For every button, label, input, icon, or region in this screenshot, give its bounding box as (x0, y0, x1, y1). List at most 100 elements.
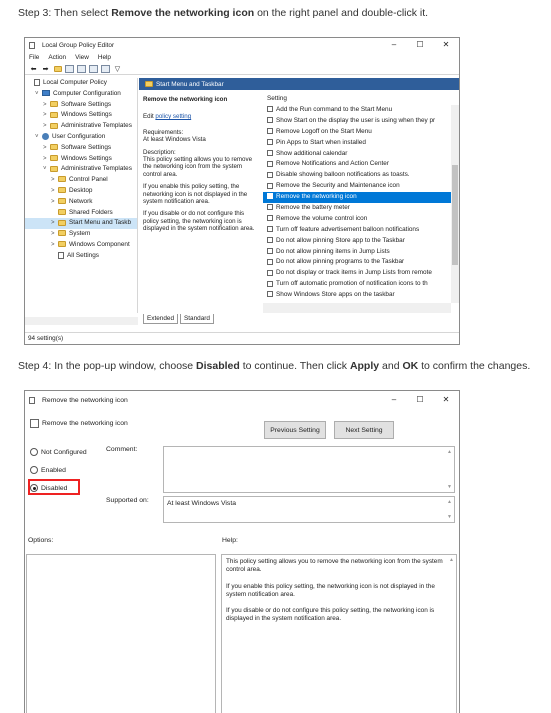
expand-arrow-icon[interactable]: ˅ (35, 89, 42, 100)
setting-row[interactable]: Remove Notifications and Action Center (263, 159, 459, 170)
menu-action[interactable]: Action (48, 54, 66, 61)
expand-arrow-icon[interactable]: ˅ (35, 132, 42, 143)
tree-node[interactable]: > Software Settings (25, 100, 137, 111)
expand-arrow-icon[interactable]: > (43, 143, 50, 154)
tree-node[interactable]: > Software Settings (25, 143, 137, 154)
setting-row[interactable]: Remove the networking icon (263, 192, 459, 204)
setting-row[interactable]: Do not allow pinning programs to the Tas… (263, 257, 459, 268)
tree-node[interactable]: All Settings (25, 251, 137, 262)
setting-label: Pin Apps to Start when installed (276, 138, 366, 146)
setting-row[interactable]: Do not display or track items in Jump Li… (263, 268, 459, 279)
tree-node[interactable]: > Network (25, 197, 137, 208)
gpe-titlebar[interactable]: Local Group Policy Editor – ☐ ✕ (25, 38, 459, 52)
radio-not-configured[interactable]: Not Configured (30, 448, 87, 456)
setting-row[interactable]: Remove Logoff on the Start Menu (263, 127, 459, 138)
properties-icon[interactable] (101, 64, 110, 73)
tree-node[interactable]: ˅ User Configuration (25, 132, 137, 143)
help-icon[interactable] (89, 64, 98, 73)
tab-standard[interactable]: Standard (180, 313, 214, 324)
setting-row[interactable]: Remove the volume control icon (263, 214, 459, 225)
setting-row[interactable]: Remove the Security and Maintenance icon (263, 181, 459, 192)
expand-arrow-icon[interactable]: > (51, 197, 58, 208)
expand-arrow-icon[interactable]: > (43, 121, 50, 132)
tree-node[interactable]: > Desktop (25, 186, 137, 197)
tree-node-label: Network (69, 197, 93, 205)
maximize-button[interactable]: ☐ (407, 38, 433, 52)
radio-not-configured-circle[interactable] (30, 448, 38, 456)
dlg-close-button[interactable]: ✕ (433, 391, 459, 409)
expand-arrow-icon[interactable]: > (51, 218, 58, 229)
close-button[interactable]: ✕ (433, 38, 459, 52)
folder-icon (50, 111, 58, 118)
tree-node-label: Windows Component (69, 240, 130, 248)
setting-row[interactable]: Do not allow pinning Store app to the Ta… (263, 236, 459, 247)
help-pane: This policy setting allows you to remove… (221, 554, 457, 713)
menu-file[interactable]: File (29, 54, 39, 61)
expand-arrow-icon[interactable]: > (43, 110, 50, 121)
setting-row[interactable]: Turn off feature advertisement balloon n… (263, 225, 459, 236)
previous-setting-button[interactable]: Previous Setting (264, 421, 326, 439)
expand-arrow-icon[interactable]: > (51, 186, 58, 197)
expand-arrow-icon[interactable]: > (51, 229, 58, 240)
dlg-maximize-button[interactable]: ☐ (407, 391, 433, 409)
menu-view[interactable]: View (75, 54, 89, 61)
expand-arrow-icon[interactable]: > (43, 154, 50, 165)
tree-node[interactable]: Shared Folders (25, 208, 137, 219)
vertical-scrollbar[interactable] (451, 105, 459, 303)
toolbar: ⬅ ➡ ▽ (25, 63, 459, 75)
back-arrow-icon[interactable]: ⬅ (29, 64, 38, 73)
tree-node[interactable]: > Administrative Templates (25, 121, 137, 132)
tree-node[interactable]: > Windows Settings (25, 110, 137, 121)
setting-row[interactable]: Do not allow pinning items in Jump Lists (263, 247, 459, 258)
comment-scroll-up-icon[interactable]: ▲ (447, 449, 452, 455)
help-scroll-up-icon[interactable]: ▲ (449, 557, 454, 563)
supported-scroll-down-icon[interactable]: ▼ (447, 514, 452, 520)
comment-field[interactable]: ▲ ▼ (163, 446, 455, 493)
tree-node[interactable]: > Windows Component (25, 240, 137, 251)
expand-arrow-icon[interactable]: > (51, 240, 58, 251)
filter-icon[interactable]: ▽ (113, 64, 122, 73)
tab-extended[interactable]: Extended (143, 313, 179, 324)
forward-arrow-icon[interactable]: ➡ (41, 64, 50, 73)
radio-enabled-circle[interactable] (30, 466, 38, 474)
minimize-button[interactable]: – (381, 38, 407, 52)
scroll-thumb[interactable] (452, 165, 458, 265)
setting-row[interactable]: Show Windows Store apps on the taskbar (263, 290, 459, 301)
tree-node[interactable]: ˅ Administrative Templates (25, 164, 137, 175)
supported-scroll-up-icon[interactable]: ▲ (447, 499, 452, 505)
settings-list: Setting Add the Run command to the Start… (263, 93, 459, 313)
up-folder-icon[interactable] (53, 64, 62, 73)
tree-horizontal-scrollbar[interactable] (25, 317, 138, 325)
setting-row[interactable]: Show additional calendar (263, 149, 459, 160)
comment-scroll-down-icon[interactable]: ▼ (447, 484, 452, 490)
expand-arrow-icon[interactable]: > (43, 100, 50, 111)
expand-arrow-icon[interactable]: > (51, 175, 58, 186)
menu-help[interactable]: Help (98, 54, 111, 61)
dlg-titlebar[interactable]: Remove the networking icon – ☐ ✕ (25, 391, 459, 409)
tree-node[interactable]: > Windows Settings (25, 154, 137, 165)
next-setting-button[interactable]: Next Setting (334, 421, 394, 439)
setting-row[interactable]: Remove the battery meter (263, 203, 459, 214)
edit-policy-link[interactable]: policy setting (155, 113, 191, 120)
dlg-minimize-button[interactable]: – (381, 391, 407, 409)
settings-column-header[interactable]: Setting (263, 93, 459, 105)
expand-arrow-icon[interactable]: ˅ (43, 164, 50, 175)
tree-node-label: Start Menu and Taskb (69, 219, 132, 227)
setting-row[interactable]: Pin Apps to Start when installed (263, 138, 459, 149)
setting-row[interactable]: Show Start on the display the user is us… (263, 116, 459, 127)
setting-row[interactable]: Disable showing balloon notifications as… (263, 170, 459, 181)
setting-row[interactable]: Add the Run command to the Start Menu (263, 105, 459, 116)
horizontal-scrollbar[interactable] (263, 303, 451, 313)
policy-setting-icon (267, 247, 273, 254)
export-list-icon[interactable] (77, 64, 86, 73)
tree-node[interactable]: > System (25, 229, 137, 240)
radio-enabled[interactable]: Enabled (30, 466, 66, 474)
step4-text-3: and (379, 360, 403, 372)
tree-node[interactable]: > Control Panel (25, 175, 137, 186)
tree-node[interactable]: Local Computer Policy (25, 78, 137, 89)
setting-row[interactable]: Turn off automatic promotion of notifica… (263, 279, 459, 290)
tree-node-label: Windows Settings (61, 111, 112, 119)
tree-node[interactable]: > Start Menu and Taskb (25, 218, 137, 230)
tree-node[interactable]: ˅ Computer Configuration (25, 89, 137, 100)
show-hide-tree-icon[interactable] (65, 64, 74, 73)
